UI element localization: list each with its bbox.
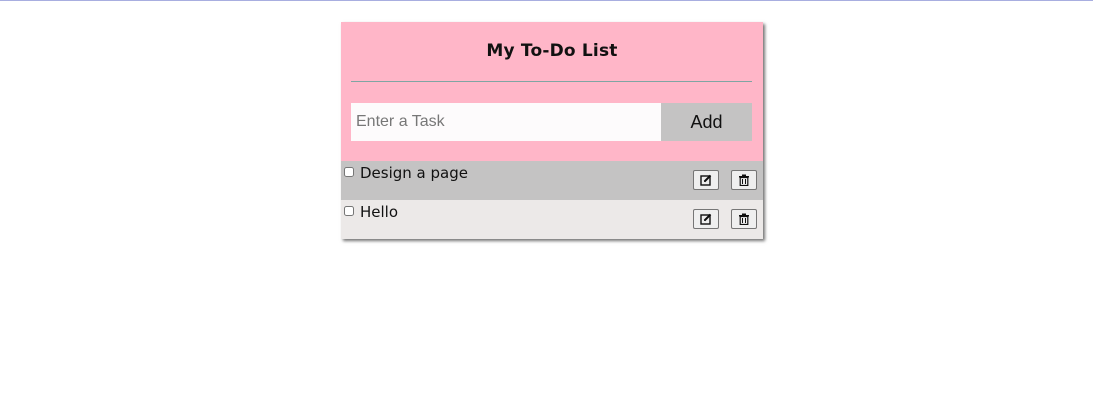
delete-task-button[interactable] xyxy=(731,209,757,229)
trash-icon xyxy=(739,213,749,225)
task-checkbox[interactable] xyxy=(344,167,354,177)
todo-header: My To-Do List Add xyxy=(341,22,763,161)
task-item: Hello xyxy=(341,200,763,239)
edit-icon xyxy=(700,174,712,186)
task-label: Design a page xyxy=(360,164,468,182)
delete-task-button[interactable] xyxy=(731,170,757,190)
top-border-line xyxy=(0,0,1093,1)
task-list: Design a page Hello xyxy=(341,161,763,239)
task-checkbox[interactable] xyxy=(344,206,354,216)
add-task-button[interactable]: Add xyxy=(661,103,752,141)
header-divider xyxy=(351,81,752,82)
task-item: Design a page xyxy=(341,161,763,200)
todo-card: My To-Do List Add Design a page xyxy=(341,22,763,239)
edit-task-button[interactable] xyxy=(693,170,719,190)
trash-icon xyxy=(739,174,749,186)
edit-task-button[interactable] xyxy=(693,209,719,229)
task-label: Hello xyxy=(360,203,399,221)
task-input[interactable] xyxy=(351,103,661,141)
edit-icon xyxy=(700,213,712,225)
page-title: My To-Do List xyxy=(486,41,618,61)
